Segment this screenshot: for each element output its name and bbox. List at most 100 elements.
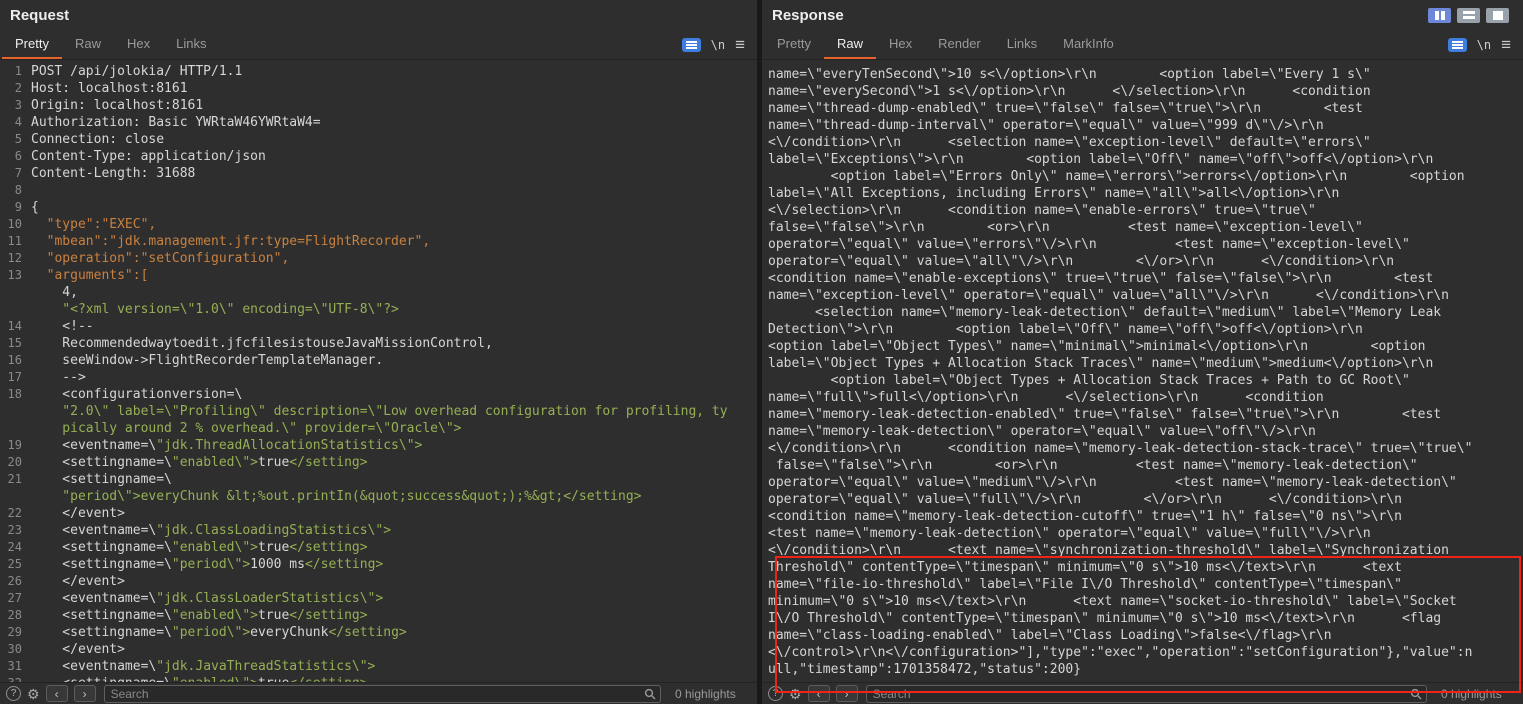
line-number: 19: [4, 437, 22, 454]
editor-line: "2.0\" label=\"Profiling\" description=\…: [4, 403, 757, 420]
editor-line: name=\"everyTenSecond\">10 s<\/option>\r…: [766, 66, 1523, 83]
editor-line: <condition name=\"memory-leak-detection-…: [766, 508, 1523, 525]
response-tab-raw[interactable]: Raw: [824, 30, 876, 59]
response-tab-links[interactable]: Links: [994, 30, 1050, 59]
line-content: <\/condition>\r\n <text name=\"synchroni…: [766, 542, 1449, 559]
request-tab-pretty[interactable]: Pretty: [2, 30, 62, 59]
editor-menu-icon[interactable]: ≡: [1501, 36, 1511, 53]
line-content: name=\"class-loading-enabled\" label=\"C…: [766, 627, 1332, 644]
editor-line: name=\"full\">full<\/option>\r\n <\/sele…: [766, 389, 1523, 406]
line-number: 21: [4, 471, 22, 488]
editor-line: 22 </event>: [4, 505, 757, 522]
line-content: name=\"thread-dump-interval\" operator=\…: [766, 117, 1324, 134]
line-content: </event>: [31, 641, 125, 658]
editor-line: I\/O Threshold\" contentType=\"timespan\…: [766, 610, 1523, 627]
line-content: Connection: close: [31, 131, 164, 148]
editor-line: <\/condition>\r\n <selection name=\"exce…: [766, 134, 1523, 151]
line-content: operator=\"equal\" value=\"medium\"\/>\r…: [766, 474, 1457, 491]
search-next-button[interactable]: ›: [836, 685, 858, 702]
editor-line: name=\"memory-leak-detection\" operator=…: [766, 423, 1523, 440]
layout-columns-button[interactable]: [1428, 8, 1451, 23]
line-content: 4,: [31, 284, 78, 301]
response-tab-hex[interactable]: Hex: [876, 30, 925, 59]
show-newlines-toggle[interactable]: \n: [711, 38, 725, 52]
editor-line: 30 </event>: [4, 641, 757, 658]
line-content: <eventname=\"jdk.ThreadAllocationStatist…: [31, 437, 422, 454]
line-number: 1: [4, 63, 22, 80]
line-content: pically around 2 % overhead.\" provider=…: [31, 420, 461, 437]
settings-gear-icon[interactable]: ⚙: [789, 687, 802, 701]
editor-line: 6 Content-Type: application/json: [4, 148, 757, 165]
line-number: 26: [4, 573, 22, 590]
editor-line: <\/condition>\r\n <text name=\"synchroni…: [766, 542, 1523, 559]
line-content: <option label=\"Object Types\" name=\"mi…: [766, 338, 1425, 355]
search-prev-button[interactable]: ‹: [46, 685, 68, 702]
word-wrap-icon[interactable]: [682, 38, 701, 52]
line-content: <eventname=\"jdk.ClassLoadingStatistics\…: [31, 522, 391, 539]
editor-line: 12 "operation":"setConfiguration",: [4, 250, 757, 267]
line-content: <condition name=\"memory-leak-detection-…: [766, 508, 1402, 525]
editor-line: name=\"class-loading-enabled\" label=\"C…: [766, 627, 1523, 644]
editor-line: 27 <eventname=\"jdk.ClassLoaderStatistic…: [4, 590, 757, 607]
editor-line: name=\"thread-dump-interval\" operator=\…: [766, 117, 1523, 134]
line-content: Threshold\" contentType=\"timespan\" min…: [766, 559, 1402, 576]
request-tab-raw[interactable]: Raw: [62, 30, 114, 59]
response-editor[interactable]: name=\"everyTenSecond\">10 s<\/option>\r…: [762, 60, 1523, 682]
search-next-button[interactable]: ›: [74, 685, 96, 702]
line-number: 11: [4, 233, 22, 250]
request-tab-links[interactable]: Links: [163, 30, 219, 59]
line-content: Content-Type: application/json: [31, 148, 266, 165]
layout-single-button[interactable]: [1486, 8, 1509, 23]
line-number: 31: [4, 658, 22, 675]
response-editor-icons: \n ≡: [1448, 30, 1515, 59]
line-content: "<?xml version=\"1.0\" encoding=\"UTF-8\…: [31, 301, 399, 318]
line-content: <\/control>\r\n<\/configuration>"],"type…: [766, 644, 1472, 661]
editor-line: 2Host: localhost:8161: [4, 80, 757, 97]
line-content: I\/O Threshold\" contentType=\"timespan\…: [766, 610, 1441, 627]
editor-line: 15 Recommendedwaytoedit.jfcfilesistouseJ…: [4, 335, 757, 352]
help-icon[interactable]: ?: [6, 686, 21, 701]
line-number: 22: [4, 505, 22, 522]
line-number: 3: [4, 97, 22, 114]
line-number: [4, 403, 22, 420]
line-content: "period\">everyChunk &lt;%out.printIn(&q…: [31, 488, 641, 505]
search-prev-button[interactable]: ‹: [808, 685, 830, 702]
search-input[interactable]: [105, 687, 660, 701]
line-content: <settingname=\: [31, 471, 172, 488]
request-tabs: PrettyRawHexLinks: [2, 30, 682, 59]
editor-line: 19 <eventname=\"jdk.ThreadAllocationStat…: [4, 437, 757, 454]
line-content: name=\"exception-level\" operator=\"equa…: [766, 287, 1449, 304]
editor-line: 25 <settingname=\"period\">1000 ms</sett…: [4, 556, 757, 573]
request-tab-hex[interactable]: Hex: [114, 30, 163, 59]
line-content: label=\"Exceptions\">\r\n <option label=…: [766, 151, 1433, 168]
show-newlines-toggle[interactable]: \n: [1477, 38, 1491, 52]
line-number: 2: [4, 80, 22, 97]
line-content: <eventname=\"jdk.ClassLoaderStatistics\"…: [31, 590, 383, 607]
editor-line: operator=\"equal\" value=\"errors\"\/>\r…: [766, 236, 1523, 253]
line-content: "2.0\" label=\"Profiling\" description=\…: [31, 403, 728, 420]
line-content: Recommendedwaytoedit.jfcfilesistouseJava…: [31, 335, 493, 352]
search-input[interactable]: [867, 687, 1426, 701]
search-icon: [1410, 688, 1422, 700]
line-number: 15: [4, 335, 22, 352]
response-tab-markinfo[interactable]: MarkInfo: [1050, 30, 1127, 59]
request-editor[interactable]: 1POST /api/jolokia/ HTTP/1.12Host: local…: [0, 60, 757, 682]
response-tab-render[interactable]: Render: [925, 30, 994, 59]
line-number: 6: [4, 148, 22, 165]
request-editor-icons: \n ≡: [682, 30, 749, 59]
response-tab-pretty[interactable]: Pretty: [764, 30, 824, 59]
help-icon[interactable]: ?: [768, 686, 783, 701]
settings-gear-icon[interactable]: ⚙: [27, 687, 40, 701]
word-wrap-icon[interactable]: [1448, 38, 1467, 52]
layout-rows-button[interactable]: [1457, 8, 1480, 23]
line-content: {: [31, 199, 39, 216]
editor-line: label=\"Object Types + Allocation Stack …: [766, 355, 1523, 372]
line-content: name=\"everyTenSecond\">10 s<\/option>\r…: [766, 66, 1371, 83]
editor-line: 16 seeWindow->FlightRecorderTemplateMana…: [4, 352, 757, 369]
line-content: Origin: localhost:8161: [31, 97, 203, 114]
editor-line: 11 "mbean":"jdk.management.jfr:type=Flig…: [4, 233, 757, 250]
editor-menu-icon[interactable]: ≡: [735, 36, 745, 53]
editor-line: name=\"everySecond\">1 s<\/option>\r\n <…: [766, 83, 1523, 100]
line-content: name=\"full\">full<\/option>\r\n <\/sele…: [766, 389, 1324, 406]
line-number: 29: [4, 624, 22, 641]
